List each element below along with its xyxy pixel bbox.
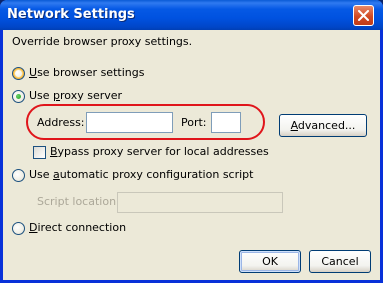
title-bar[interactable]: Network Settings	[0, 0, 383, 30]
use-proxy-server-radio[interactable]	[12, 90, 25, 103]
address-input[interactable]	[86, 112, 173, 133]
ok-button[interactable]: OK	[239, 250, 301, 273]
port-label: Port:	[181, 116, 207, 129]
close-icon	[358, 10, 369, 21]
direct-connection-radio[interactable]	[12, 222, 25, 235]
script-location-input[interactable]	[117, 192, 283, 213]
script-location-label: Script location:	[37, 195, 120, 208]
auto-config-radio[interactable]	[12, 169, 25, 182]
port-input[interactable]	[211, 112, 241, 133]
advanced-button[interactable]: Advanced...	[279, 114, 367, 137]
use-proxy-server-label[interactable]: Use proxy server	[29, 89, 122, 103]
bypass-label[interactable]: Bypass proxy server for local addresses	[50, 145, 269, 159]
use-browser-settings-radio[interactable]	[12, 67, 25, 80]
radio-selected-dot	[16, 94, 21, 99]
direct-connection-label[interactable]: Direct connection	[29, 221, 126, 235]
address-label: Address:	[37, 116, 85, 129]
bypass-checkbox[interactable]	[33, 146, 46, 159]
intro-text: Override browser proxy settings.	[12, 35, 193, 48]
window-title: Network Settings	[7, 7, 135, 22]
use-browser-settings-label[interactable]: Use browser settings	[29, 66, 144, 80]
close-button[interactable]	[353, 5, 374, 26]
cancel-button[interactable]: Cancel	[309, 250, 371, 273]
auto-config-label[interactable]: Use automatic proxy configuration script	[29, 168, 253, 182]
